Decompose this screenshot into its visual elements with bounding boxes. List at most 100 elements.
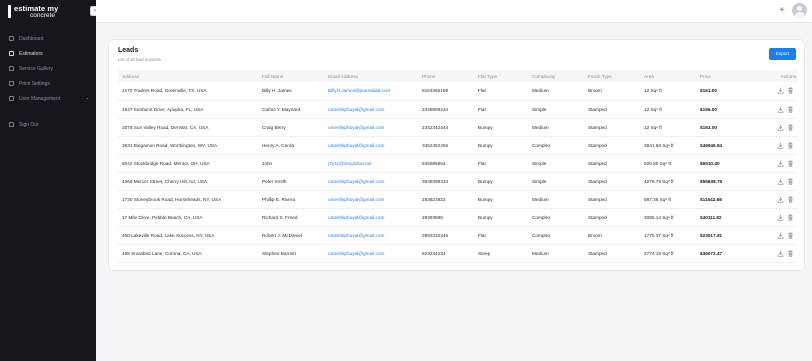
area-exponent: 2 xyxy=(668,142,670,147)
brand-logo[interactable]: estimate my concrete xyxy=(8,4,88,20)
cell-price: $40111.82 xyxy=(696,208,758,227)
cell-address: 468 Snowbird Lane, Corona, CA, USA xyxy=(118,244,258,263)
trash-icon[interactable] xyxy=(787,196,794,203)
trash-icon[interactable] xyxy=(787,87,794,94)
cell-email[interactable]: umeshkphuyal@gmail.com xyxy=(324,118,418,137)
sidebar-item-service-gallery[interactable]: Service Gallery xyxy=(0,61,96,76)
cell-full-name: Billy H. James xyxy=(258,82,324,101)
cell-price: $49946.84 xyxy=(696,136,758,155)
cell-email[interactable]: umeshkphuyal@gmail.com xyxy=(324,190,418,209)
download-icon[interactable] xyxy=(777,124,784,131)
area-suffix: ft xyxy=(659,124,662,130)
area-value: 500.80 xyxy=(644,160,659,166)
user-avatar-icon[interactable] xyxy=(792,3,807,18)
trash-icon[interactable] xyxy=(787,142,794,149)
cell-flat-type: Flat xyxy=(474,82,528,101)
sign-out-label: Sign Out xyxy=(19,121,39,128)
cell-finish-type: Stamped xyxy=(584,136,640,155)
cell-area: 12 Sq2 ft xyxy=(640,82,696,101)
table-row[interactable]: 1730 Stoneybrook Road, Horseheads, NY, U… xyxy=(118,190,798,209)
cell-email[interactable]: umeshkphuyal@gmail.com xyxy=(324,226,418,245)
table-row[interactable]: 1637 Sunburst Drive, Apopka, FL, USA Carl… xyxy=(118,100,798,119)
table-row[interactable]: 3631 Bingamon Road, Worthington, WV, USA… xyxy=(118,136,798,155)
cell-flat-type: Bumpy xyxy=(474,172,528,191)
trash-icon[interactable] xyxy=(787,232,794,239)
cell-actions xyxy=(758,190,798,209)
table-row[interactable]: 8042 Stockbridge Road, Mentor, OH, USA Jo… xyxy=(118,154,798,173)
cell-email[interactable]: BillyH.James@journalida.com xyxy=(324,82,418,101)
download-icon[interactable] xyxy=(777,232,784,239)
cell-email[interactable]: umeshkphuyal@gmail.com xyxy=(324,172,418,191)
trash-icon[interactable] xyxy=(787,178,794,185)
trash-icon[interactable] xyxy=(787,160,794,167)
export-button[interactable]: Export xyxy=(769,48,796,60)
cell-email[interactable]: j7e11@xbcglobal.net xyxy=(324,154,418,173)
column-header-complexity[interactable]: Complexity xyxy=(528,70,584,82)
area-suffix: ft xyxy=(668,160,671,166)
column-header-address[interactable]: Address xyxy=(118,70,258,82)
cell-flat-type: Bumpy xyxy=(474,136,528,155)
cell-finish-type: Broom xyxy=(584,82,640,101)
column-header-flat-type[interactable]: Flat Type xyxy=(474,70,528,82)
cell-email[interactable]: umeshkphuyal@gmail.com xyxy=(324,100,418,119)
area-value: 12 xyxy=(644,106,650,112)
cell-email[interactable]: umeshkphuyal@gmail.com xyxy=(324,244,418,263)
area-value: 4279.75 xyxy=(644,178,661,184)
estimators-icon xyxy=(9,51,14,56)
download-icon[interactable] xyxy=(777,250,784,257)
cell-email[interactable]: umeshkphuyal@gmail.com xyxy=(324,208,418,227)
area-suffix: ft xyxy=(670,232,674,238)
area-suffix: ft xyxy=(659,106,662,112)
cell-phone: 3993332345 xyxy=(418,226,474,245)
table-row[interactable]: 450 Lakeville Road, Lake Success, NY, US… xyxy=(118,226,798,245)
sun-icon[interactable]: ☀ xyxy=(778,7,786,15)
table-row[interactable]: 2170 Traders Road, Greenville, TX, USA Bi… xyxy=(118,82,798,101)
cell-price: $36072.47 xyxy=(696,244,758,263)
table-row[interactable]: 17 Mile Drive, Pebble Beach, CA, USA Rich… xyxy=(118,208,798,227)
download-icon[interactable] xyxy=(777,106,784,113)
brand-name-line2: concrete xyxy=(30,12,55,19)
download-icon[interactable] xyxy=(777,178,784,185)
table-row[interactable]: 468 Snowbird Lane, Corona, CA, USA Stephe… xyxy=(118,244,798,263)
download-icon[interactable] xyxy=(777,196,784,203)
leads-card: Leads List of all lead requests Export A… xyxy=(108,39,805,271)
column-header-phone[interactable]: Phone xyxy=(418,70,474,82)
sidebar-item-estimators[interactable]: Estimators xyxy=(0,46,96,61)
download-icon[interactable] xyxy=(777,214,784,221)
price-settings-icon xyxy=(9,81,14,86)
table-row[interactable]: 2078 Sun Valley Road, Del Mar, CA, USA Cr… xyxy=(118,118,798,137)
sidebar-item-user-management[interactable]: User Management ⌄ xyxy=(0,91,96,106)
trash-icon[interactable] xyxy=(787,106,794,113)
table-row[interactable]: 4369 Mercer Street, Cherry Hill, NJ, USA… xyxy=(118,172,798,191)
cell-actions xyxy=(758,208,798,227)
download-icon[interactable] xyxy=(777,160,784,167)
column-header-price[interactable]: Price xyxy=(696,70,758,82)
sidebar-item-price-settings[interactable]: Price Settings xyxy=(0,76,96,91)
gallery-icon xyxy=(9,66,14,71)
download-icon[interactable] xyxy=(777,142,784,149)
cell-complexity: Complex xyxy=(528,208,584,227)
cell-actions xyxy=(758,172,798,191)
cell-email[interactable]: umeshkphuyal@gmail.com xyxy=(324,136,418,155)
cell-actions xyxy=(758,82,798,101)
cell-complexity: Medium xyxy=(528,244,584,263)
column-header-full-name[interactable]: Full Name xyxy=(258,70,324,82)
sign-out-button[interactable]: Sign Out xyxy=(0,117,96,132)
cell-phone: 545985564 xyxy=(418,154,474,173)
cell-area: 3085.14 Sq2 ft xyxy=(640,208,696,227)
cell-actions xyxy=(758,118,798,137)
cell-phone: 3452452455 xyxy=(418,136,474,155)
sidebar-item-dashboard[interactable]: Dashboard xyxy=(0,31,96,46)
column-header-area[interactable]: Area xyxy=(640,70,696,82)
download-icon[interactable] xyxy=(777,87,784,94)
area-exponent: 2 xyxy=(665,160,668,165)
trash-icon[interactable] xyxy=(787,214,794,221)
cell-flat-type: Bumpy xyxy=(474,118,528,137)
sidebar-item-label: Dashboard xyxy=(19,35,44,42)
cell-actions xyxy=(758,136,798,155)
column-header-finish-type[interactable]: Finish Type xyxy=(584,70,640,82)
cell-area: 1770.37 Sq2 ft xyxy=(640,226,696,245)
trash-icon[interactable] xyxy=(787,250,794,257)
column-header-email[interactable]: Email Address xyxy=(324,70,418,82)
trash-icon[interactable] xyxy=(787,124,794,131)
